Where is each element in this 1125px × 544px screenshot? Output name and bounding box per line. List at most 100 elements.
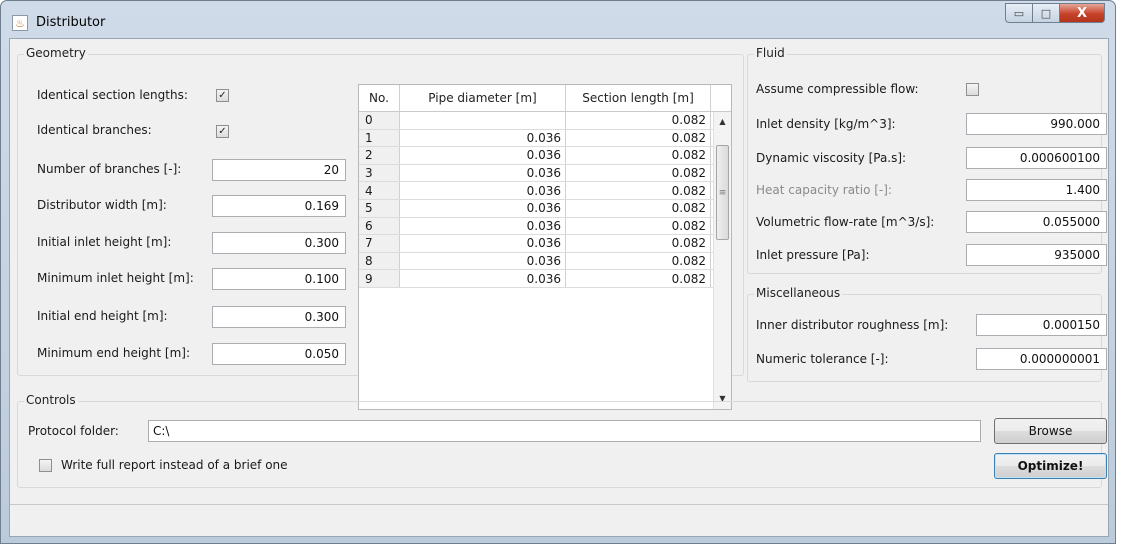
maximize-icon: □ — [1040, 6, 1052, 20]
row-number-cell: 7 — [359, 235, 400, 252]
miscellaneous-group-title: Miscellaneous — [754, 286, 843, 300]
section-length-cell[interactable]: 0.082 — [566, 182, 711, 199]
section-length-cell[interactable]: 0.082 — [566, 147, 711, 164]
pipe-diameter-cell[interactable]: 0.036 — [400, 252, 566, 270]
table-header: No. Pipe diameter [m] Section length [m] — [359, 85, 731, 112]
heat-capacity-ratio-label: Heat capacity ratio [-]: — [756, 183, 892, 197]
compressible-flow-label: Assume compressible flow: — [756, 82, 919, 96]
minimum-end-height-field[interactable]: 0.050 — [212, 343, 346, 365]
row-number-cell: 1 — [359, 129, 400, 147]
browse-button[interactable]: Browse — [994, 418, 1107, 444]
inlet-pressure-label: Inlet pressure [Pa]: — [756, 248, 870, 262]
identical-branches-label: Identical branches: — [37, 123, 152, 137]
row-number-cell: 4 — [359, 182, 400, 199]
distributor-width-label: Distributor width [m]: — [37, 198, 167, 212]
section-length-cell[interactable]: 0.082 — [566, 252, 711, 270]
full-report-checkbox[interactable] — [39, 459, 52, 472]
pipe-diameter-cell[interactable]: 0.036 — [400, 235, 566, 252]
minimum-inlet-height-label: Minimum inlet height [m]: — [37, 271, 194, 285]
identical-section-lengths-checkbox[interactable]: ✓ — [216, 89, 229, 102]
numeric-tolerance-label: Numeric tolerance [-]: — [756, 352, 889, 366]
minimum-inlet-height-field[interactable]: 0.100 — [212, 268, 346, 290]
table-row[interactable]: 1 0.036 0.082 — [359, 129, 731, 148]
scroll-thumb[interactable]: ≡ — [716, 145, 729, 240]
full-report-label: Write full report instead of a brief one — [61, 458, 288, 472]
status-bar — [10, 504, 1108, 536]
inner-roughness-label: Inner distributor roughness [m]: — [756, 318, 949, 332]
protocol-folder-input[interactable]: C:\ — [148, 420, 981, 442]
initial-end-height-field[interactable]: 0.300 — [212, 306, 346, 328]
table-scrollbar[interactable]: ▲ ≡ ▼ — [713, 112, 731, 409]
section-length-cell[interactable]: 0.082 — [566, 112, 711, 129]
section-length-cell[interactable]: 0.082 — [566, 199, 711, 217]
pipe-diameter-cell[interactable]: 0.036 — [400, 270, 566, 287]
protocol-folder-label: Protocol folder: — [28, 424, 119, 438]
main-window: ♨ Distributor ▭ □ X Geometry Identical s… — [0, 0, 1116, 544]
table-row[interactable]: 6 0.036 0.082 — [359, 217, 731, 236]
pipe-diameter-cell[interactable]: 0.036 — [400, 217, 566, 235]
volumetric-flow-rate-label: Volumetric flow-rate [m^3/s]: — [756, 215, 935, 229]
initial-inlet-height-label: Initial inlet height [m]: — [37, 235, 172, 249]
number-of-branches-label: Number of branches [-]: — [37, 162, 182, 176]
dynamic-viscosity-field[interactable]: 0.000600100 — [966, 147, 1107, 169]
title-bar[interactable]: ♨ Distributor ▭ □ X — [1, 1, 1115, 39]
table-row[interactable]: 3 0.036 0.082 — [359, 164, 731, 183]
heat-capacity-ratio-field[interactable]: 1.400 — [966, 179, 1107, 201]
java-cup-icon: ♨ — [12, 15, 28, 31]
sections-table[interactable]: No. Pipe diameter [m] Section length [m]… — [358, 84, 732, 410]
minimize-icon: ▭ — [1013, 6, 1025, 20]
column-header-pipe-diameter[interactable]: Pipe diameter [m] — [400, 85, 566, 111]
pipe-diameter-cell[interactable]: 0.036 — [400, 164, 566, 182]
compressible-flow-checkbox[interactable] — [966, 83, 979, 96]
identical-branches-checkbox[interactable]: ✓ — [216, 125, 229, 138]
numeric-tolerance-field[interactable]: 0.000000001 — [976, 348, 1107, 370]
row-number-cell: 0 — [359, 112, 400, 129]
close-button[interactable]: X — [1059, 3, 1105, 23]
inlet-density-label: Inlet density [kg/m^3]: — [756, 117, 896, 131]
table-row[interactable]: 0 0.082 — [359, 112, 731, 130]
geometry-group-title: Geometry — [24, 46, 88, 60]
table-row[interactable]: 9 0.036 0.082 — [359, 270, 731, 288]
scroll-up-icon[interactable]: ▲ — [714, 114, 731, 130]
inlet-density-field[interactable]: 990.000 — [966, 113, 1107, 135]
pipe-diameter-cell[interactable]: 0.036 — [400, 129, 566, 147]
controls-group-title: Controls — [24, 393, 78, 407]
volumetric-flow-rate-field[interactable]: 0.055000 — [966, 211, 1107, 233]
inlet-pressure-field[interactable]: 935000 — [966, 244, 1107, 266]
section-length-cell[interactable]: 0.082 — [566, 270, 711, 287]
section-length-cell[interactable]: 0.082 — [566, 217, 711, 235]
table-row[interactable]: 2 0.036 0.082 — [359, 147, 731, 165]
table-row[interactable]: 8 0.036 0.082 — [359, 252, 731, 271]
close-icon: X — [1076, 5, 1088, 21]
maximize-button[interactable]: □ — [1032, 3, 1059, 23]
section-length-cell[interactable]: 0.082 — [566, 235, 711, 252]
controls-group: Controls — [17, 393, 1102, 488]
optimize-button[interactable]: Optimize! — [994, 453, 1107, 479]
pipe-diameter-cell[interactable]: 0.036 — [400, 182, 566, 199]
section-length-cell[interactable]: 0.082 — [566, 164, 711, 182]
number-of-branches-field[interactable]: 20 — [212, 159, 346, 181]
table-body: 0 0.082 1 0.036 0.082 2 0.036 0.082 3 0.036 0.082 4… — [359, 112, 731, 288]
distributor-width-field[interactable]: 0.169 — [212, 195, 346, 217]
initial-end-height-label: Initial end height [m]: — [37, 309, 168, 323]
pipe-diameter-cell[interactable] — [400, 112, 566, 129]
client-area: Geometry Identical section lengths: ✓ Id… — [9, 38, 1109, 537]
column-header-section-length[interactable]: Section length [m] — [566, 85, 711, 111]
identical-section-lengths-label: Identical section lengths: — [37, 88, 188, 102]
pipe-diameter-cell[interactable]: 0.036 — [400, 199, 566, 217]
column-header-no[interactable]: No. — [359, 85, 400, 111]
section-length-cell[interactable]: 0.082 — [566, 129, 711, 147]
minimize-button[interactable]: ▭ — [1005, 3, 1032, 23]
row-number-cell: 9 — [359, 270, 400, 287]
minimum-end-height-label: Minimum end height [m]: — [37, 346, 191, 360]
row-number-cell: 6 — [359, 217, 400, 235]
table-row[interactable]: 4 0.036 0.082 — [359, 182, 731, 200]
inner-roughness-field[interactable]: 0.000150 — [976, 314, 1107, 336]
table-row[interactable]: 7 0.036 0.082 — [359, 235, 731, 253]
initial-inlet-height-field[interactable]: 0.300 — [212, 232, 346, 254]
dynamic-viscosity-label: Dynamic viscosity [Pa.s]: — [756, 151, 907, 165]
row-number-cell: 3 — [359, 164, 400, 182]
table-row[interactable]: 5 0.036 0.082 — [359, 199, 731, 218]
window-title: Distributor — [36, 15, 106, 30]
pipe-diameter-cell[interactable]: 0.036 — [400, 147, 566, 164]
